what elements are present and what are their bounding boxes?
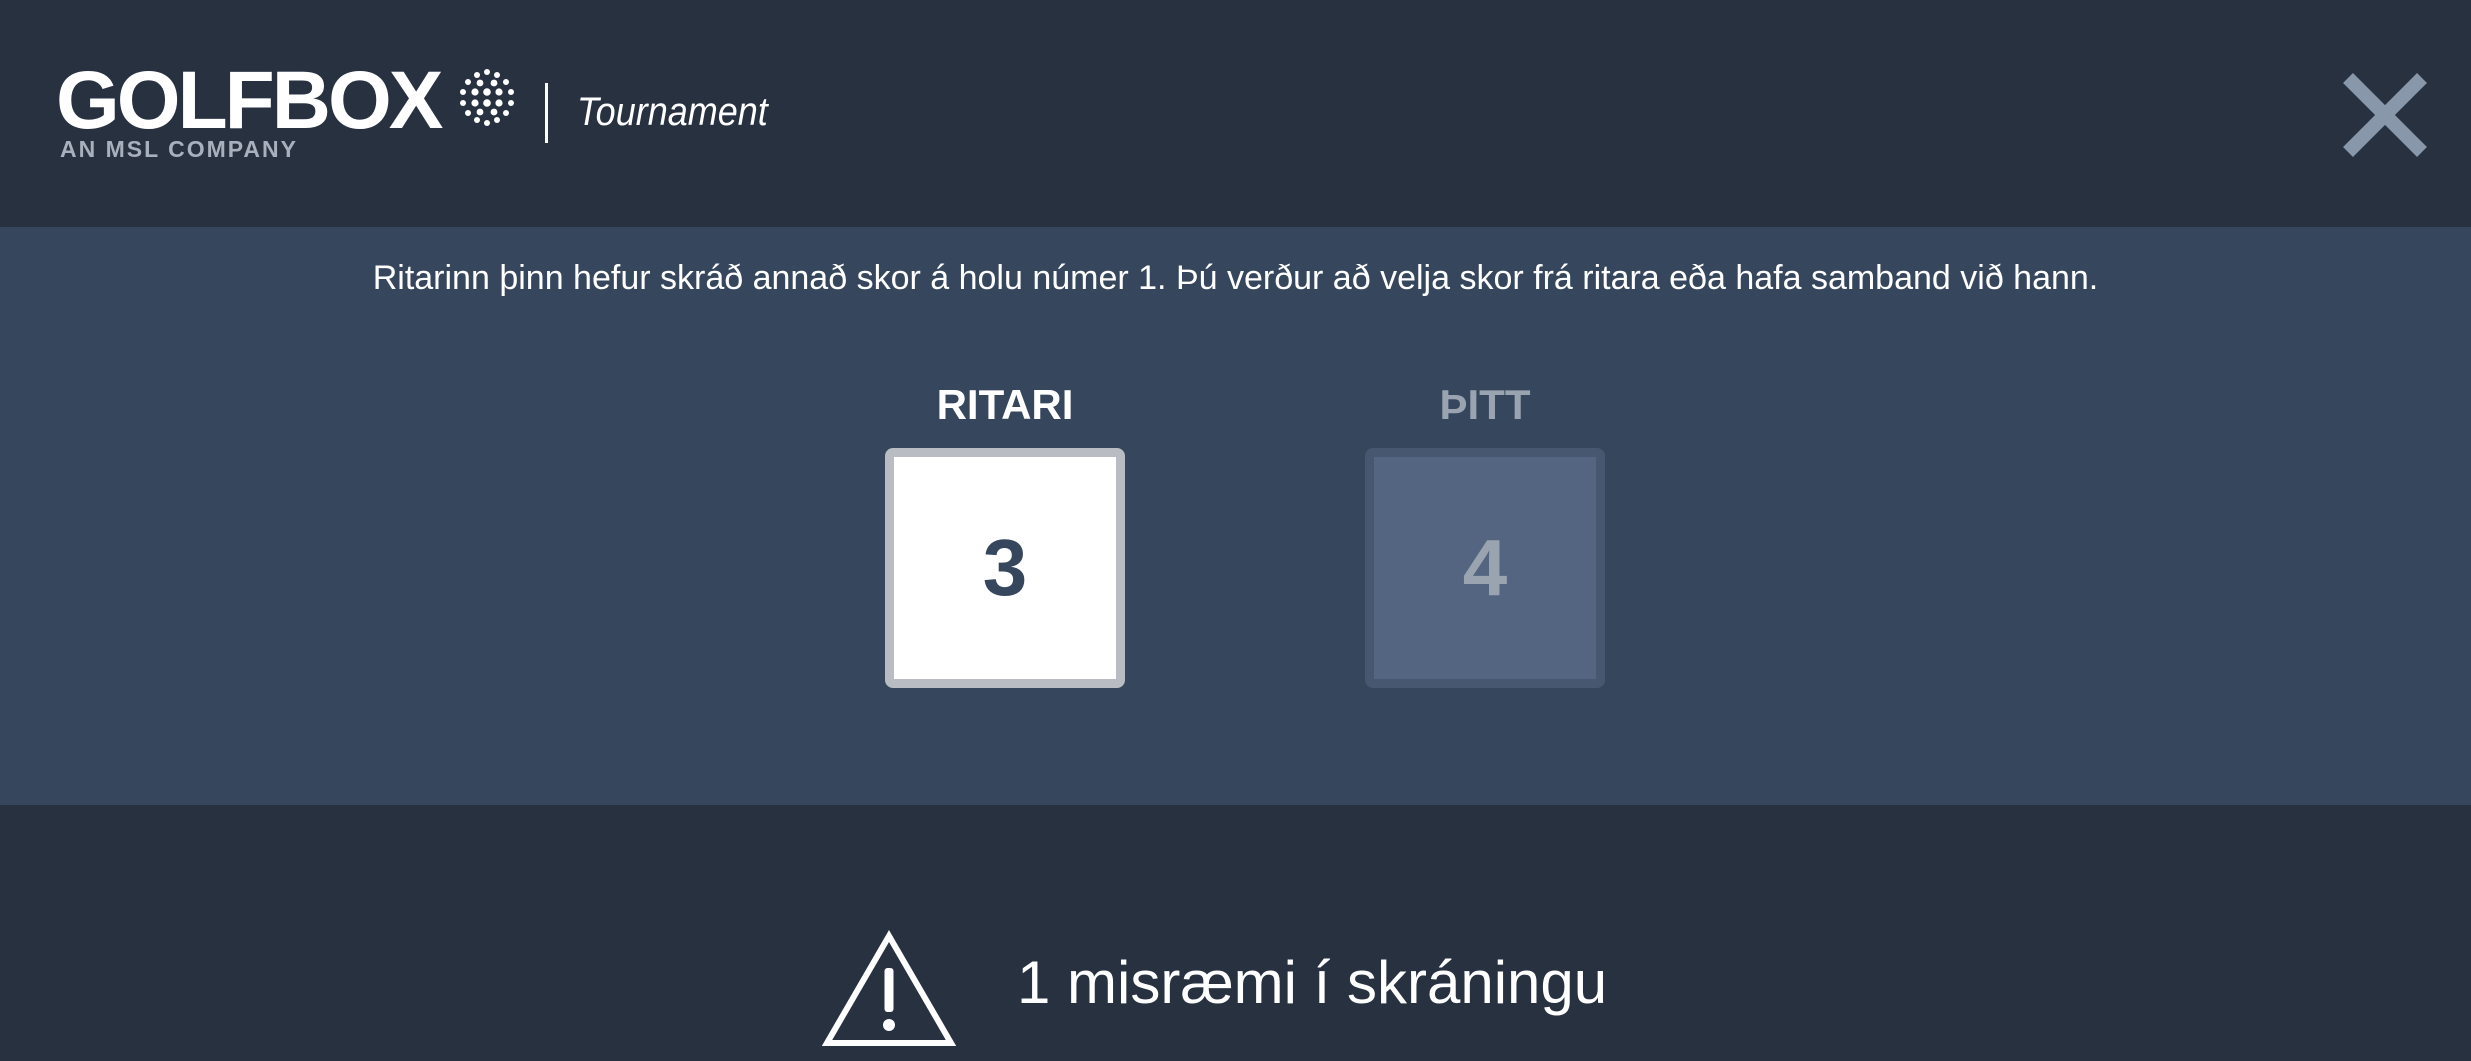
warning-icon — [822, 930, 956, 1046]
logo-wordmark: GOLFBOX — [56, 55, 443, 146]
conflict-message: Ritarinn þinn hefur skráð annað skor á h… — [372, 259, 2099, 297]
marker-score-option: RITARI 3 — [885, 381, 1125, 688]
discrepancy-count-text: 1 misræmi í skráningu — [1017, 949, 1608, 1016]
marker-score-label: RITARI — [936, 381, 1074, 428]
discrepancy-warning: 1 misræmi í skráningu — [0, 805, 2471, 1061]
header: GOLFBOX AN MSL COMPANY Tournament — [0, 0, 2471, 227]
product-name: Tournament — [577, 90, 768, 134]
own-score-label: ÞITT — [1439, 381, 1531, 428]
score-conflict-panel: Ritarinn þinn hefur skráð annað skor á h… — [0, 227, 2471, 805]
close-icon[interactable] — [2340, 70, 2430, 160]
marker-score-button[interactable]: 3 — [885, 448, 1125, 688]
globe-icon — [460, 69, 514, 126]
logo-subtitle: AN MSL COMPANY — [60, 136, 298, 162]
logo-divider — [545, 83, 548, 143]
own-score-option: ÞITT 4 — [1365, 381, 1605, 688]
own-score-button[interactable]: 4 — [1365, 448, 1605, 688]
